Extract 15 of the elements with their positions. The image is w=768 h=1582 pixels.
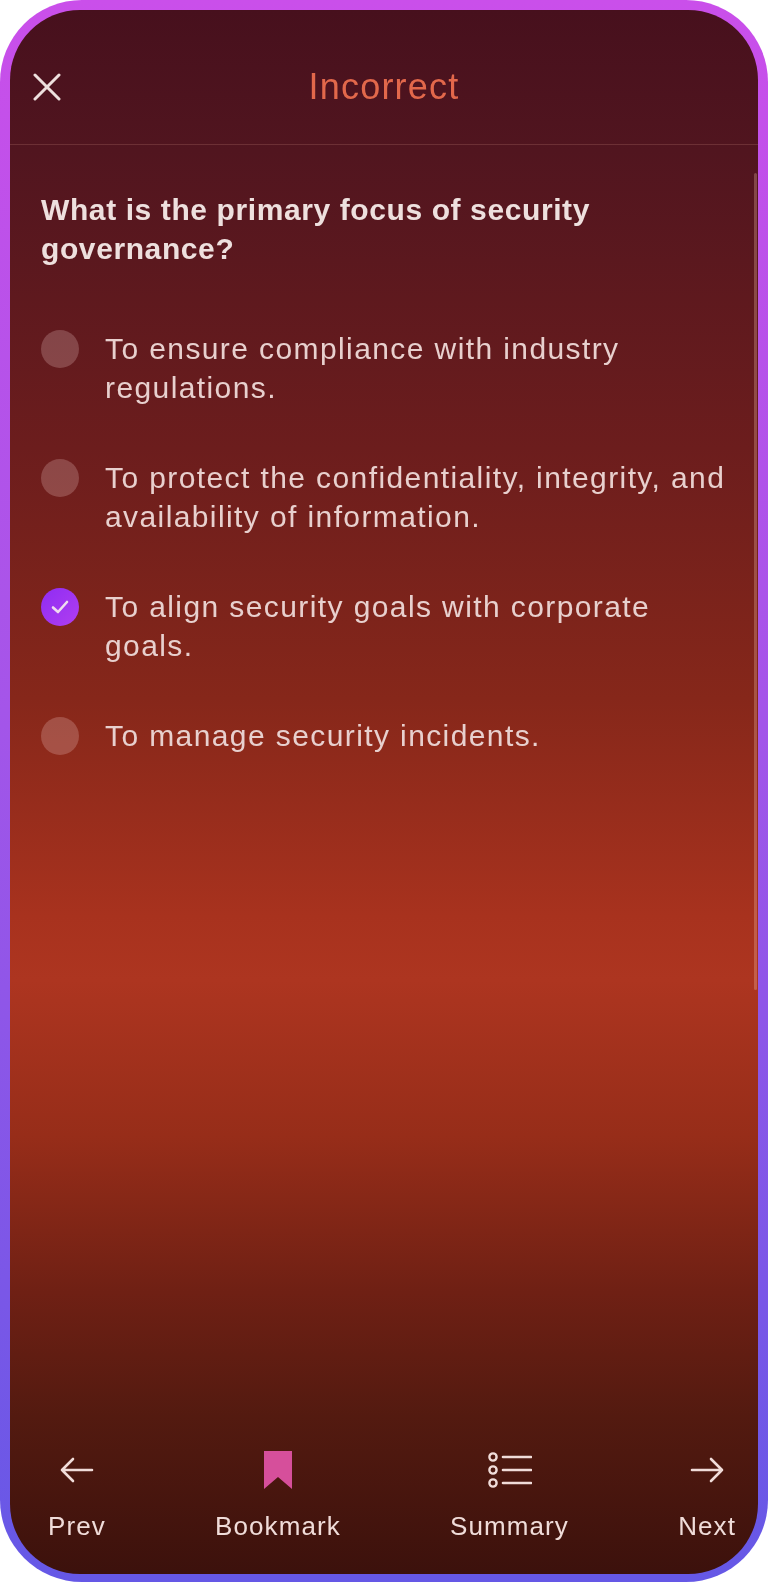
prev-button[interactable]: Prev bbox=[48, 1450, 106, 1541]
radio-icon[interactable] bbox=[41, 716, 79, 755]
bookmark-button[interactable]: Bookmark bbox=[215, 1450, 341, 1541]
next-button[interactable]: Next bbox=[678, 1450, 736, 1541]
answer-option[interactable]: To ensure compliance with industry regulations. bbox=[41, 329, 738, 407]
answer-option[interactable]: To manage security incidents. bbox=[41, 716, 738, 755]
close-icon bbox=[33, 73, 61, 101]
answer-option[interactable]: To protect the confidentiality, integrity, and availability of information. bbox=[41, 458, 738, 536]
radio-icon[interactable] bbox=[41, 329, 79, 368]
summary-button[interactable]: Summary bbox=[450, 1450, 569, 1541]
radio-icon[interactable] bbox=[41, 458, 79, 497]
result-title: Incorrect bbox=[308, 66, 460, 108]
answer-option[interactable]: To align security goals with corporate goals. bbox=[41, 587, 738, 665]
checked-radio-icon[interactable] bbox=[41, 587, 79, 626]
question-text: What is the primary focus of security governance? bbox=[41, 192, 591, 267]
